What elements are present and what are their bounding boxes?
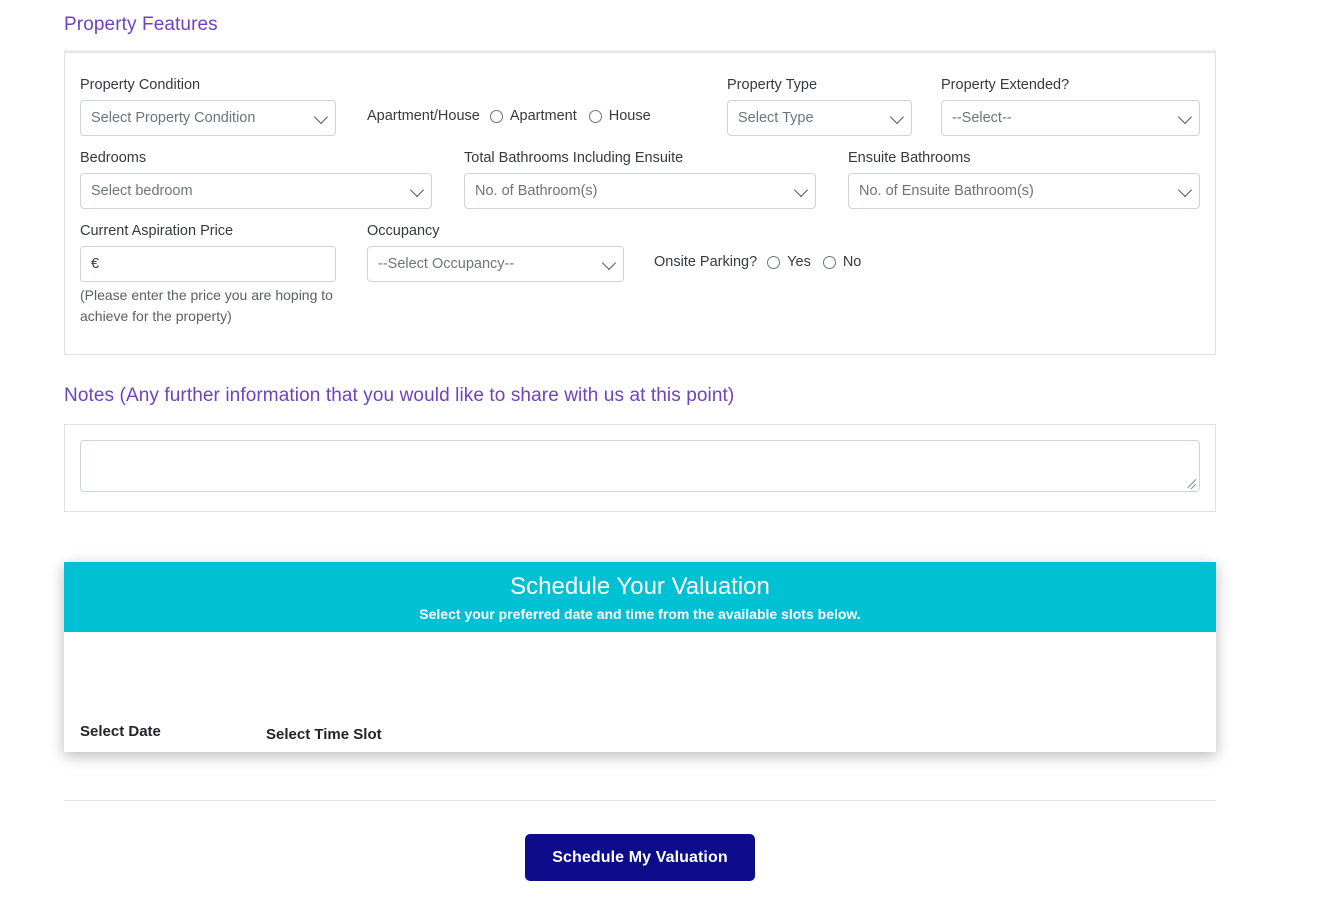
radio-option-parking-no-label: No — [842, 254, 862, 270]
aspiration-price-input[interactable]: € — [80, 246, 336, 282]
property-type-select[interactable]: Select Type — [727, 100, 912, 136]
ensuite-bathrooms-value: No. of Ensuite Bathroom(s) — [859, 183, 1034, 199]
radio-option-house-label: House — [608, 108, 651, 124]
bedrooms-value: Select bedroom — [91, 183, 193, 199]
radio-option-apartment[interactable]: Apartment — [489, 108, 577, 124]
radio-option-parking-no[interactable]: No — [822, 254, 862, 270]
total-bathrooms-select[interactable]: No. of Bathroom(s) — [464, 173, 816, 209]
aspiration-price-label: Current Aspiration Price — [80, 223, 234, 239]
schedule-header: Schedule Your Valuation Select your pref… — [64, 562, 1216, 632]
chevron-down-icon — [313, 109, 329, 125]
notes-heading: Notes (Any further information that you … — [64, 385, 735, 406]
notes-textarea[interactable] — [80, 440, 1200, 492]
select-date-label: Select Date — [80, 723, 161, 740]
occupancy-value: --Select Occupancy-- — [378, 256, 515, 272]
apartment-house-radio-group[interactable]: Apartment/House Apartment House — [367, 108, 663, 124]
schedule-title: Schedule Your Valuation — [510, 573, 770, 600]
radio-icon[interactable] — [489, 109, 503, 123]
ensuite-bathrooms-label: Ensuite Bathrooms — [848, 150, 971, 166]
select-time-slot-label: Select Time Slot — [266, 726, 382, 743]
total-bathrooms-label: Total Bathrooms Including Ensuite — [464, 150, 684, 166]
radio-icon[interactable] — [822, 255, 836, 269]
bedrooms-select[interactable]: Select bedroom — [80, 173, 432, 209]
chevron-down-icon — [889, 109, 905, 125]
radio-option-apartment-label: Apartment — [509, 108, 577, 124]
aspiration-price-help-text: (Please enter the price you are hoping t… — [80, 287, 333, 324]
ensuite-bathrooms-select[interactable]: No. of Ensuite Bathroom(s) — [848, 173, 1200, 209]
aspiration-price-value: € — [91, 256, 100, 272]
radio-option-parking-yes[interactable]: Yes — [767, 254, 811, 270]
chevron-down-icon — [1177, 109, 1193, 125]
property-condition-label: Property Condition — [80, 77, 201, 93]
property-type-label: Property Type — [727, 77, 818, 93]
occupancy-label: Occupancy — [367, 223, 440, 239]
apartment-house-label: Apartment/House — [367, 108, 480, 124]
schedule-valuation-card: Schedule Your Valuation Select your pref… — [64, 562, 1216, 752]
footer-divider — [64, 800, 1216, 801]
radio-icon[interactable] — [767, 255, 781, 269]
property-features-heading: Property Features — [64, 14, 218, 35]
chevron-down-icon — [409, 182, 425, 198]
property-condition-value: Select Property Condition — [91, 110, 256, 126]
schedule-body: Select Date 02/05/2024 (Thursday) Select… — [64, 632, 1216, 752]
schedule-subtitle: Select your preferred date and time from… — [419, 606, 861, 622]
property-extended-value: --Select-- — [952, 110, 1012, 126]
chevron-down-icon — [1177, 182, 1193, 198]
property-condition-select[interactable]: Select Property Condition — [80, 100, 336, 136]
valuation-form-page: Property Features Property Condition Sel… — [0, 0, 1337, 899]
onsite-parking-radio-group[interactable]: Onsite Parking? Yes No — [654, 254, 873, 270]
radio-option-parking-yes-label: Yes — [787, 254, 811, 270]
chevron-down-icon — [793, 182, 809, 198]
property-extended-select[interactable]: --Select-- — [941, 100, 1200, 136]
total-bathrooms-value: No. of Bathroom(s) — [475, 183, 598, 199]
schedule-my-valuation-button[interactable]: Schedule My Valuation — [525, 834, 755, 881]
chevron-down-icon — [601, 255, 617, 271]
property-extended-label: Property Extended? — [941, 77, 1070, 93]
onsite-parking-label: Onsite Parking? — [654, 254, 758, 270]
occupancy-select[interactable]: --Select Occupancy-- — [367, 246, 624, 282]
property-type-value: Select Type — [738, 110, 814, 126]
radio-icon[interactable] — [588, 109, 602, 123]
bedrooms-label: Bedrooms — [80, 150, 147, 166]
radio-option-house[interactable]: House — [588, 108, 651, 124]
